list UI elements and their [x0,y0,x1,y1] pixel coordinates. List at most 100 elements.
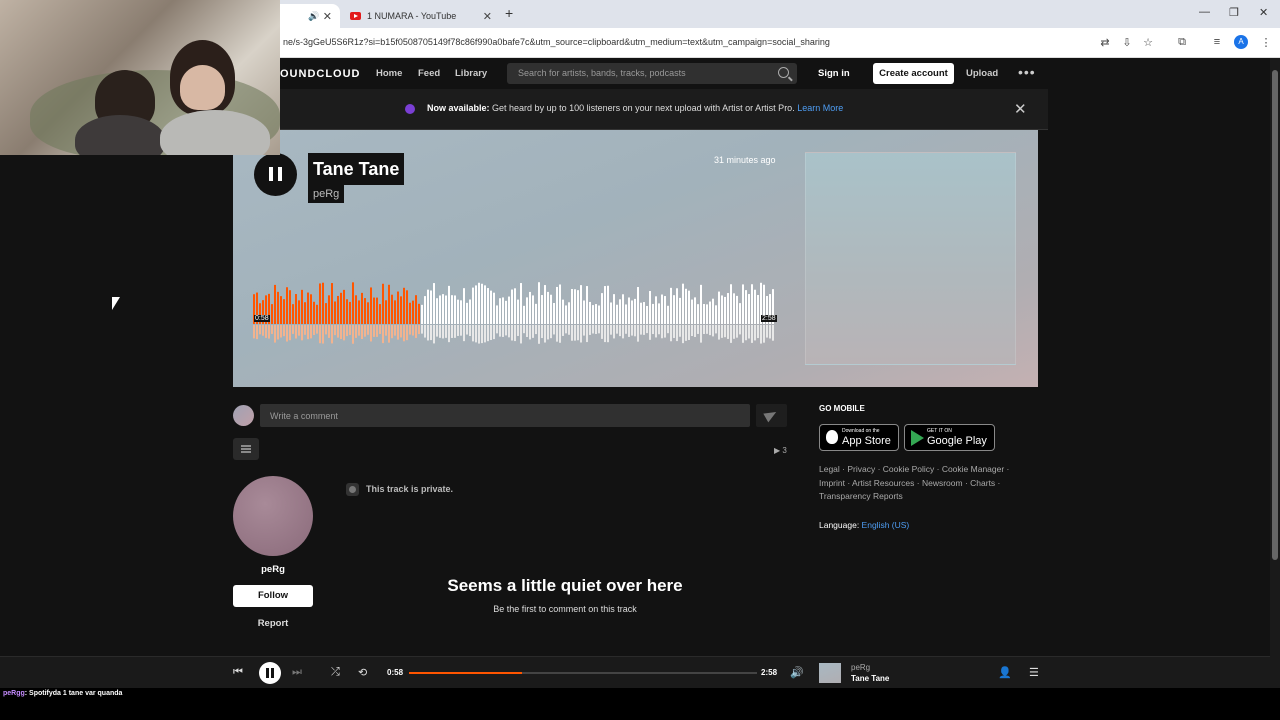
browser-menu-icon[interactable]: ⋮ [1259,36,1273,49]
waveform-reflection [412,325,414,336]
nav-home[interactable]: Home [376,68,402,79]
waveform-bar [697,304,699,324]
waveform-reflection [292,325,294,334]
waveform-bar [466,302,468,324]
follow-button[interactable]: Follow [233,585,313,607]
track-title: Tane Tane [308,153,405,185]
extensions-icon[interactable]: ⧉ [1175,36,1189,49]
waveform-reflection [517,325,519,336]
waveform-reflection [700,325,702,343]
upload-button[interactable]: Upload [966,68,998,79]
nav-library[interactable]: Library [455,68,487,79]
waveform-reflection [655,325,657,338]
search-input[interactable]: Search for artists, bands, tracks, podca… [507,63,797,84]
mini-artist[interactable]: peRg [851,663,870,672]
mini-artwork[interactable] [819,663,841,683]
send-comment-button[interactable] [756,404,787,427]
install-icon[interactable]: ⇩ [1120,36,1134,49]
create-account-button[interactable]: Create account [873,63,954,84]
progress-bar[interactable] [409,672,757,674]
waveform-bar [712,298,714,324]
repeat-icon[interactable]: ⟲ [358,666,367,679]
waveform-reflection [607,325,609,343]
pause-button[interactable] [254,153,297,196]
google-play-badge[interactable]: GET IT ON Google Play [904,424,995,451]
waveform-reflection [544,325,546,343]
profile-avatar[interactable]: A [1234,35,1248,49]
waveform-bar [397,291,399,324]
waveform-bar [382,283,384,324]
waveform[interactable] [253,278,777,344]
add-to-playlist-button[interactable] [233,438,259,460]
shuffle-icon[interactable]: ⤮ [331,666,340,679]
waveform-reflection [325,325,327,335]
waveform-bar [559,284,561,324]
pause-button[interactable] [259,662,281,684]
tab-youtube[interactable]: 1 NUMARA - YouTube ✕ [342,4,500,28]
artist-name[interactable]: peRg [233,564,313,575]
waveform-bar [286,287,288,324]
waveform-reflection [427,325,429,341]
page-scrollbar[interactable] [1270,58,1280,688]
waveform-bar [439,295,441,324]
pause-icon [266,668,269,678]
waveform-bar [694,297,696,324]
waveform-reflection [526,325,528,337]
media-control-icon[interactable]: ≡ [1210,36,1224,48]
learn-more-link[interactable]: Learn More [797,103,843,113]
waveform-reflection [460,325,462,336]
waveform-reflection [676,325,678,342]
report-button[interactable]: Report [233,618,313,629]
queue-icon[interactable]: ☰ [1029,666,1039,679]
waveform-bar [280,296,282,324]
follow-user-icon[interactable]: 👤 [998,666,1012,679]
comment-input[interactable] [260,404,750,427]
search-icon[interactable] [778,67,789,78]
sign-in-button[interactable]: Sign in [818,68,850,79]
close-tab-icon[interactable]: ✕ [483,10,492,23]
legal-links[interactable]: Legal · Privacy · Cookie Policy · Cookie… [819,463,1029,504]
waveform-bar [445,295,447,324]
mini-title[interactable]: Tane Tane [851,674,889,683]
app-store-badge[interactable]: Download on the App Store [819,424,899,451]
waveform-bar [580,285,582,324]
waveform-bar [370,287,372,324]
waveform-bar [475,285,477,324]
previous-icon[interactable]: ⏮ [233,666,243,679]
new-tab-button[interactable]: + [505,5,513,21]
track-artist[interactable]: peRg [308,185,345,203]
legal-line[interactable]: Transparency Reports [819,490,1029,504]
bookmark-star-icon[interactable]: ☆ [1141,36,1155,49]
waveform-reflection [397,325,399,340]
waveform-reflection [481,325,483,344]
language-link[interactable]: English (US) [862,520,910,530]
next-icon[interactable]: ⏭ [292,666,302,679]
waveform-bar [490,290,492,324]
nav-feed[interactable]: Feed [418,68,440,79]
pause-icon [278,167,282,181]
waveform-bar [310,294,312,324]
artist-avatar[interactable] [233,476,313,556]
volume-icon[interactable]: 🔊 [790,666,804,679]
minimize-icon[interactable]: — [1199,6,1210,18]
restore-icon[interactable]: ❐ [1229,6,1239,19]
waveform-bar [610,302,612,324]
private-notice: This track is private. [366,484,454,494]
waveform-bar [316,304,318,324]
waveform-bar [745,290,747,324]
legal-line[interactable]: Legal · Privacy · Cookie Policy · Cookie… [819,463,1029,477]
close-icon[interactable]: ✕ [1014,100,1027,118]
waveform-bar [472,287,474,324]
translate-icon[interactable]: ⇄ [1098,36,1112,49]
more-options-icon[interactable]: ••• [1018,64,1036,80]
waveform-reflection [547,325,549,340]
scroll-thumb[interactable] [1272,70,1278,560]
close-window-icon[interactable]: ✕ [1259,6,1268,19]
url-field[interactable]: ne/s-3gGeU5S6R1z?si=b15f0508705149f78c86… [283,37,830,47]
close-tab-icon[interactable]: ✕ [323,10,332,23]
waveform-reflection [394,325,396,336]
waveform-bar [463,288,465,324]
legal-line[interactable]: Imprint · Artist Resources · Newsroom · … [819,477,1029,491]
waveform-bar [658,303,660,324]
soundcloud-logo[interactable]: OUNDCLOUD [280,68,361,80]
